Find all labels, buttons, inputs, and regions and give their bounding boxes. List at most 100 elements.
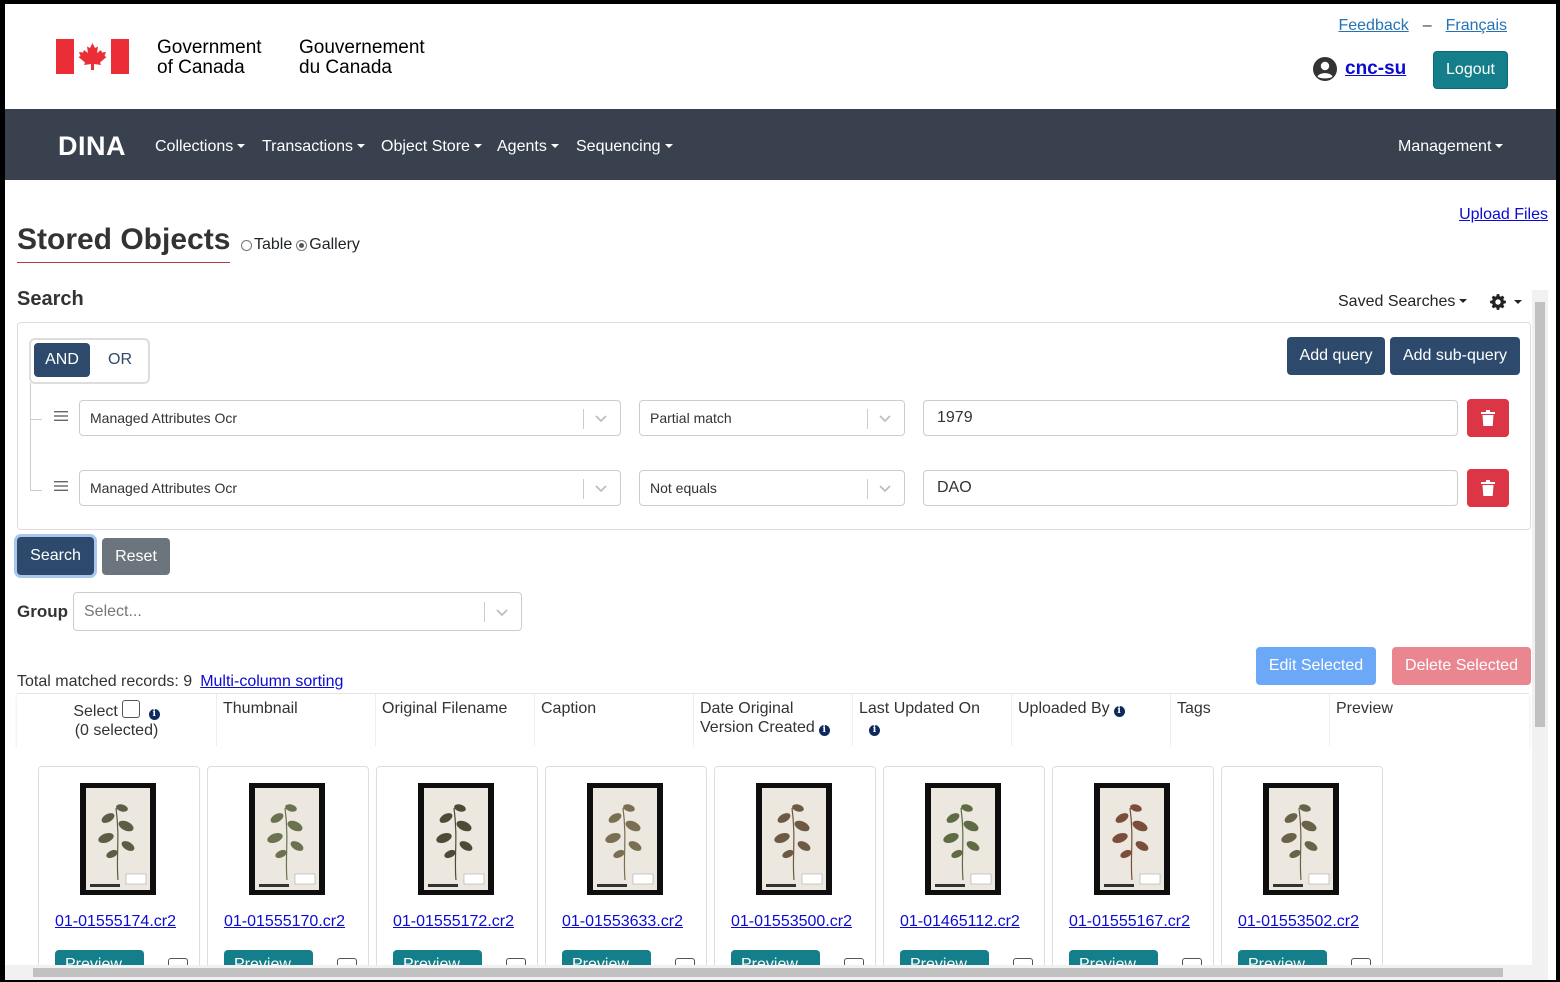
username-link[interactable]: cnc-su — [1345, 58, 1406, 80]
reset-button[interactable]: Reset — [102, 538, 170, 575]
dina-brand[interactable]: DINA — [58, 131, 126, 162]
specimen-thumbnail[interactable] — [249, 783, 325, 895]
delete-selected-button[interactable]: Delete Selected — [1392, 647, 1531, 685]
nav-object-store[interactable]: Object Store — [381, 138, 482, 156]
and-button[interactable]: AND — [34, 343, 90, 377]
gallery-card: 01-01465112.cr2Preview — [883, 766, 1045, 980]
column-uploaded-by[interactable]: Uploaded By i — [1012, 694, 1171, 746]
add-query-button[interactable]: Add query — [1287, 337, 1385, 375]
language-link[interactable]: Français — [1446, 17, 1507, 34]
query-field-value: Managed Attributes Ocr — [90, 480, 238, 496]
trash-icon — [1481, 480, 1495, 496]
query-field-select[interactable]: Managed Attributes Ocr — [79, 470, 621, 506]
user-menu: cnc-su — [1313, 57, 1406, 81]
edit-selected-button[interactable]: Edit Selected — [1256, 647, 1376, 685]
select-all-checkbox[interactable] — [122, 700, 141, 718]
view-toggle: Table Gallery — [241, 236, 360, 254]
specimen-thumbnail[interactable] — [756, 783, 832, 895]
nav-agents[interactable]: Agents — [497, 138, 559, 156]
delete-query-button[interactable] — [1467, 399, 1509, 437]
trash-icon — [1481, 410, 1495, 426]
filename-link[interactable]: 01-01553502.cr2 — [1238, 913, 1359, 931]
search-heading: Search — [17, 288, 84, 310]
total-matched: Total matched records: 9 Multi-column sor… — [17, 673, 343, 691]
nav-sequencing[interactable]: Sequencing — [576, 138, 673, 156]
column-caption[interactable]: Caption — [535, 694, 694, 746]
upload-files-link[interactable]: Upload Files — [1459, 206, 1548, 224]
column-last-updated-on[interactable]: Last Updated On i — [853, 694, 1012, 746]
total-matched-label: Total matched records: 9 — [17, 673, 193, 690]
vertical-scrollbar[interactable] — [1532, 290, 1548, 980]
scrollbar-thumb[interactable] — [33, 968, 1503, 977]
column-thumbnail[interactable]: Thumbnail — [217, 694, 376, 746]
info-icon[interactable]: i — [869, 725, 880, 736]
nav-management[interactable]: Management — [1398, 138, 1503, 156]
table-radio-label[interactable]: Table — [254, 236, 292, 254]
chevron-down-icon — [595, 415, 607, 423]
info-icon[interactable]: i — [818, 725, 830, 736]
query-operator-value: Not equals — [650, 480, 717, 496]
column-original-filename[interactable]: Original Filename — [376, 694, 535, 746]
or-button[interactable]: OR — [97, 343, 143, 377]
herbarium-sheet — [1100, 788, 1164, 890]
query-tree-branch — [30, 490, 42, 491]
settings-dropdown[interactable] — [1490, 294, 1522, 312]
add-subquery-button[interactable]: Add sub-query — [1390, 337, 1520, 375]
specimen-thumbnail[interactable] — [80, 783, 156, 895]
chevron-down-icon — [595, 485, 607, 493]
specimen-thumbnail[interactable] — [418, 783, 494, 895]
search-button[interactable]: Search — [17, 537, 94, 575]
query-field-value: Managed Attributes Ocr — [90, 410, 238, 426]
link-separator: – — [1422, 17, 1432, 34]
query-operator-select[interactable]: Not equals — [639, 470, 905, 506]
filename-link[interactable]: 01-01465112.cr2 — [900, 913, 1020, 931]
info-icon[interactable]: i — [148, 709, 160, 720]
column-tags[interactable]: Tags — [1171, 694, 1330, 746]
nav-transactions[interactable]: Transactions — [262, 138, 365, 156]
column-select: Select i (0 selected) — [17, 694, 217, 746]
saved-searches-dropdown[interactable]: Saved Searches — [1338, 293, 1467, 311]
specimen-thumbnail[interactable] — [587, 783, 663, 895]
filename-link[interactable]: 01-01555172.cr2 — [393, 913, 514, 931]
gallery-card: 01-01555170.cr2Preview — [207, 766, 369, 980]
query-tree-branch — [30, 419, 42, 420]
query-operator-select[interactable]: Partial match — [639, 400, 905, 436]
gov-wordmark-en: Government of Canada — [157, 38, 262, 78]
query-field-select[interactable]: Managed Attributes Ocr — [79, 400, 621, 436]
top-links: Feedback – Français — [1338, 17, 1507, 35]
feedback-link[interactable]: Feedback — [1338, 17, 1408, 34]
drag-handle-icon[interactable] — [54, 409, 68, 427]
filename-link[interactable]: 01-01555174.cr2 — [55, 913, 176, 931]
query-value-input[interactable]: DAO — [923, 470, 1458, 506]
gallery-radio-label[interactable]: Gallery — [309, 236, 360, 254]
filename-link[interactable]: 01-01555170.cr2 — [224, 913, 345, 931]
nav-collections[interactable]: Collections — [155, 138, 245, 156]
chevron-down-icon — [879, 485, 891, 493]
logout-button[interactable]: Logout — [1433, 51, 1508, 89]
filename-link[interactable]: 01-01553500.cr2 — [731, 913, 852, 931]
info-icon[interactable]: i — [1113, 706, 1125, 717]
filename-link[interactable]: 01-01555167.cr2 — [1069, 913, 1190, 931]
scrollbar-thumb[interactable] — [1535, 302, 1545, 727]
column-date-original-version-created[interactable]: Date Original Version Created i — [694, 694, 853, 746]
specimen-thumbnail[interactable] — [1094, 783, 1170, 895]
herbarium-sheet — [762, 788, 826, 890]
gallery-card: 01-01555174.cr2Preview — [38, 766, 200, 980]
specimen-thumbnail[interactable] — [1263, 783, 1339, 895]
table-radio[interactable] — [241, 239, 252, 251]
chevron-down-icon — [496, 609, 508, 617]
multi-column-sorting-link[interactable]: Multi-column sorting — [200, 673, 343, 690]
column-preview[interactable]: Preview — [1330, 694, 1529, 746]
group-select[interactable]: Select... — [73, 592, 522, 631]
herbarium-sheet — [931, 788, 995, 890]
drag-handle-icon[interactable] — [54, 479, 68, 497]
specimen-thumbnail[interactable] — [925, 783, 1001, 895]
query-value-input[interactable]: 1979 — [923, 400, 1458, 436]
gallery-grid: 01-01555174.cr2Preview01-01555170.cr2Pre… — [17, 746, 1529, 980]
delete-query-button[interactable] — [1467, 469, 1509, 507]
filename-link[interactable]: 01-01553633.cr2 — [562, 913, 683, 931]
query-tree-line — [30, 383, 31, 490]
gallery-radio[interactable] — [296, 239, 308, 251]
horizontal-scrollbar[interactable] — [5, 965, 1532, 980]
select-column-label: Select — [73, 703, 118, 720]
